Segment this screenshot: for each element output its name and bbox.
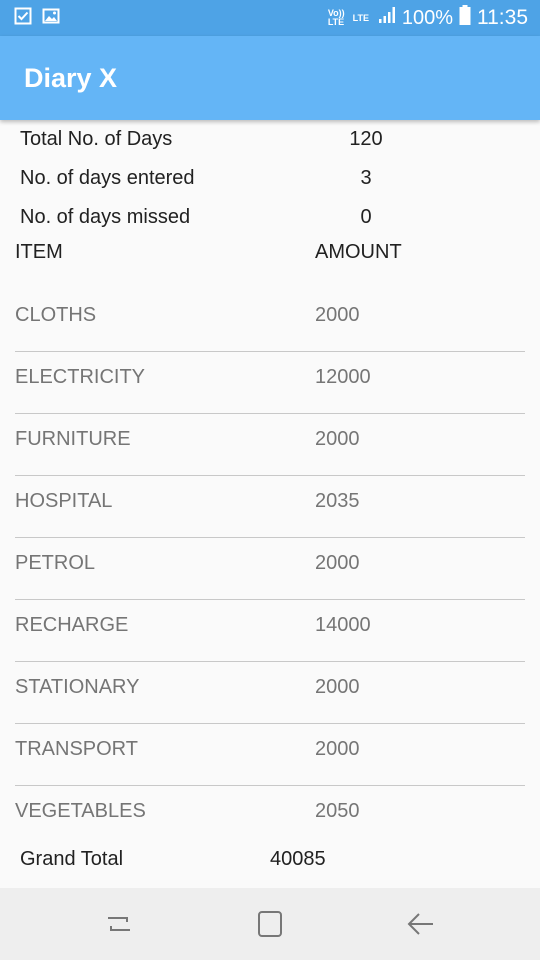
summary-total-days: Total No. of Days 120: [20, 128, 520, 158]
item-amount: 2000: [315, 738, 360, 760]
summary-days-entered: No. of days entered 3: [20, 167, 520, 197]
item-name: TRANSPORT: [15, 738, 138, 760]
summary-value: 120: [349, 128, 383, 150]
summary-label: No. of days missed: [20, 206, 191, 228]
summary-label: No. of days entered: [20, 167, 195, 189]
table-row[interactable]: RECHARGE 14000: [15, 600, 525, 662]
summary-label: Total No. of Days: [20, 128, 173, 150]
battery-icon: [459, 5, 471, 31]
navigation-bar: [0, 888, 540, 960]
item-name: RECHARGE: [15, 614, 129, 636]
item-name: HOSPITAL: [15, 490, 113, 512]
item-amount: 2050: [315, 800, 360, 822]
column-header-item: ITEM: [15, 241, 63, 263]
back-icon[interactable]: [405, 908, 437, 940]
item-amount: 12000: [315, 366, 371, 388]
item-name: VEGETABLES: [15, 800, 146, 822]
table-row[interactable]: VEGETABLES 2050: [15, 786, 525, 848]
item-amount: 2035: [315, 490, 360, 512]
table-row[interactable]: ELECTRICITY 12000: [15, 352, 525, 414]
table-row[interactable]: STATIONARY 2000: [15, 662, 525, 724]
table-row[interactable]: TRANSPORT 2000: [15, 724, 525, 786]
battery-percent: 100%: [401, 6, 453, 29]
table-row[interactable]: FURNITURE 2000: [15, 414, 525, 476]
status-system-icons: Vo)) LTE LTE 100% 11:35: [328, 0, 528, 36]
item-amount: 2000: [315, 552, 360, 574]
summary-days-missed: No. of days missed 0: [20, 206, 520, 236]
checkbox-notification-icon: [14, 7, 32, 30]
summary-value: 3: [360, 167, 372, 189]
summary-value: 0: [360, 206, 372, 228]
recent-apps-icon[interactable]: [103, 908, 135, 940]
lte-indicator: LTE: [352, 12, 370, 23]
table-row[interactable]: CLOTHS 2000: [15, 290, 525, 352]
app-title: Diary X: [24, 63, 118, 93]
app-bar: Diary X: [0, 36, 540, 120]
item-amount: 14000: [315, 614, 371, 636]
status-bar: Vo)) LTE LTE 100% 11:35: [0, 0, 540, 36]
table-row[interactable]: PETROL 2000: [15, 538, 525, 600]
table-row[interactable]: HOSPITAL 2035: [15, 476, 525, 538]
signal-icon: [378, 6, 396, 30]
item-amount: 2000: [315, 304, 360, 326]
item-name: FURNITURE: [15, 428, 131, 450]
home-icon[interactable]: [254, 908, 286, 940]
image-notification-icon: [42, 7, 60, 30]
item-name: CLOTHS: [15, 304, 97, 326]
item-name: STATIONARY: [15, 676, 140, 698]
item-name: ELECTRICITY: [15, 366, 146, 388]
grand-total-value: 40085: [270, 848, 326, 870]
status-notification-icons: [14, 7, 60, 30]
item-amount: 2000: [315, 676, 360, 698]
volte-indicator: Vo)) LTE: [327, 8, 345, 27]
item-amount: 2000: [315, 428, 360, 450]
table-header: ITEM AMOUNT: [15, 241, 525, 269]
clock: 11:35: [477, 6, 528, 29]
grand-total: Grand Total 40085: [20, 848, 520, 878]
column-header-amount: AMOUNT: [315, 241, 402, 263]
item-name: PETROL: [15, 552, 96, 574]
grand-total-label: Grand Total: [20, 848, 124, 870]
